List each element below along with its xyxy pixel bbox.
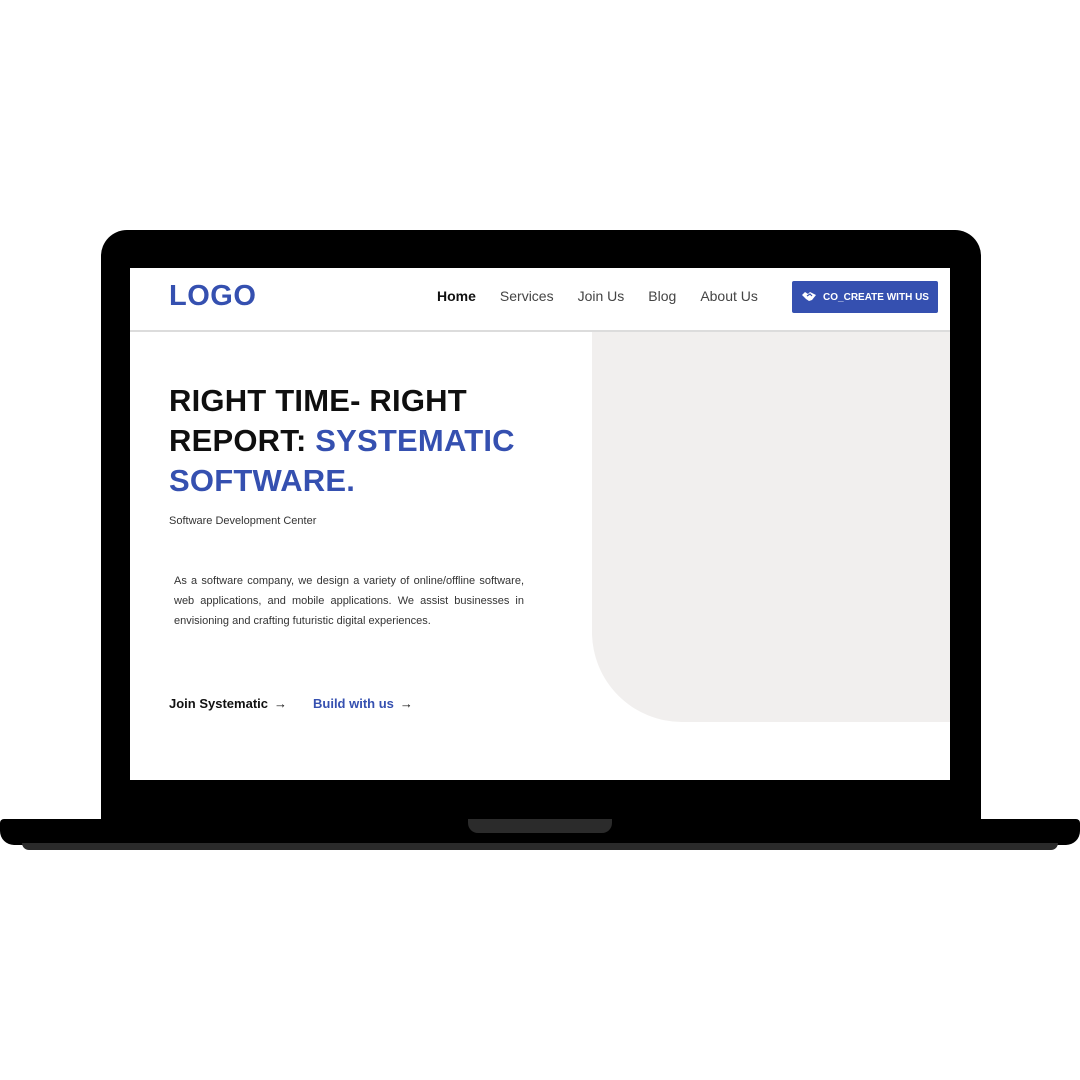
hero-links: Join Systematic → Build with us → (169, 696, 413, 711)
hero-title-line-1: RIGHT TIME- RIGHT (169, 383, 467, 418)
join-systematic-label: Join Systematic (169, 696, 268, 711)
nav-links: Home Services Join Us Blog About Us (437, 288, 782, 304)
join-systematic-link[interactable]: Join Systematic → (169, 696, 287, 711)
build-with-us-label: Build with us (313, 696, 394, 711)
hero-title-line-2: REPORT: (169, 423, 316, 458)
nav-item-join-us[interactable]: Join Us (578, 288, 625, 304)
laptop-base-shadow (22, 843, 1058, 850)
nav-item-about-us[interactable]: About Us (700, 288, 758, 304)
nav-item-services[interactable]: Services (500, 288, 554, 304)
top-navigation: LOGO Home Services Join Us Blog About Us… (130, 268, 950, 332)
arrow-right-icon: → (274, 696, 287, 711)
build-with-us-link[interactable]: Build with us → (313, 696, 413, 711)
nav-item-home[interactable]: Home (437, 288, 476, 304)
nav-item-blog[interactable]: Blog (648, 288, 676, 304)
laptop-notch (468, 819, 612, 833)
hero-title: RIGHT TIME- RIGHT REPORT: SYSTEMATIC SOF… (169, 381, 569, 501)
arrow-right-icon: → (399, 696, 413, 711)
laptop-screen: LOGO Home Services Join Us Blog About Us… (130, 268, 950, 780)
hero-title-accent-1: SYSTEMATIC (315, 423, 515, 458)
hero-image-panel (592, 332, 950, 722)
hero-subtitle: Software Development Center (169, 515, 317, 527)
co-create-button[interactable]: CO_CREATE WITH US (792, 281, 938, 313)
hero-title-accent-2: SOFTWARE. (169, 463, 356, 498)
hero-description: As a software company, we design a varie… (174, 575, 524, 627)
logo[interactable]: LOGO (169, 280, 256, 313)
handshake-icon (801, 290, 817, 305)
co-create-label: CO_CREATE WITH US (823, 291, 929, 303)
